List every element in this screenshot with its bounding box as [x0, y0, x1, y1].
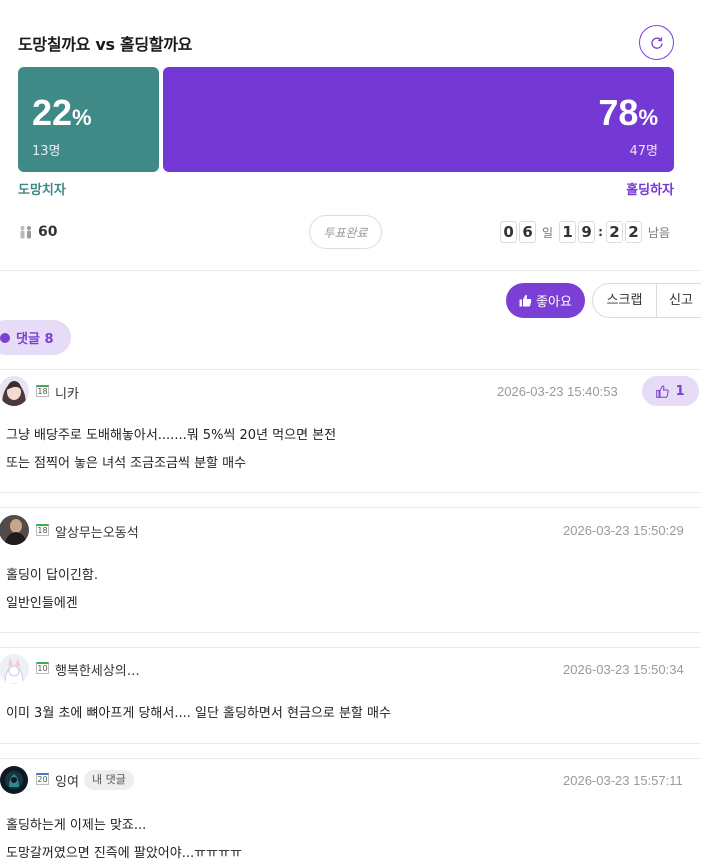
- divider: [0, 647, 701, 648]
- option-a-label: 도망치자: [18, 183, 66, 198]
- comment-like-count: 1: [675, 383, 685, 399]
- timer-digit: 1: [559, 221, 577, 243]
- level-icon: 10: [36, 662, 49, 674]
- comment-body: 이미 3월 초에 뼈아프게 당해서.... 일단 홀딩하면서 현금으로 분할 매…: [6, 700, 391, 728]
- comment-author[interactable]: 행복한세상의…: [55, 660, 140, 679]
- thumbs-up-outline-icon: [656, 384, 670, 398]
- option-b-percent: 78%: [598, 92, 658, 133]
- voter-count-value: 60: [38, 224, 58, 240]
- level-icon: 20: [36, 773, 49, 785]
- comment-date: 2026-03-23 15:50:29: [563, 523, 684, 538]
- utility-buttons: 스크랩 신고: [592, 283, 701, 318]
- avatar[interactable]: [0, 766, 28, 794]
- comments-tab[interactable]: 댓글 8: [0, 320, 71, 355]
- timer-day-unit: 일: [542, 225, 554, 240]
- timer-colon: :: [598, 225, 603, 239]
- comment-line: 도망갈꺼였으면 진즉에 팔았어야...ㅠㅠㅠㅠ: [6, 846, 242, 861]
- comments-tab-label: 댓글 8: [16, 332, 54, 347]
- like-button[interactable]: 좋아요: [506, 283, 585, 318]
- divider: [0, 507, 701, 508]
- comment-date: 2026-03-23 15:40:53: [497, 384, 618, 399]
- timer-digit: 0: [500, 221, 518, 243]
- option-b-bar: 78% 47명: [163, 67, 674, 172]
- comment-author[interactable]: 잉여: [55, 771, 79, 790]
- comment-line: 일반인들에겐: [6, 596, 78, 611]
- divider: [0, 492, 701, 493]
- level-icon: 18: [36, 385, 49, 397]
- comment-line: 홀딩이 답이긴함.: [6, 568, 98, 583]
- report-button[interactable]: 신고: [657, 284, 693, 317]
- people-icon: [20, 226, 31, 239]
- comment-dot-icon: [0, 332, 10, 343]
- vote-complete-badge: 투표완료: [309, 215, 382, 249]
- voter-count: 60: [18, 224, 57, 240]
- comment-line: 그냥 배당주로 도배해놓아서.......뭐 5%씩 20년 먹으면 본전: [6, 428, 337, 443]
- divider: [0, 270, 701, 271]
- scrap-button[interactable]: 스크랩: [593, 284, 657, 317]
- timer-digit: 9: [578, 221, 596, 243]
- timer-digit: 2: [605, 221, 623, 243]
- comment-line: 홀딩하는게 이제는 맞죠...: [6, 818, 147, 833]
- divider: [0, 369, 701, 370]
- poll-title: 도망칠까요 vs 홀딩할까요: [18, 35, 193, 54]
- comment-date: 2026-03-23 15:50:34: [563, 662, 684, 677]
- comment-body: 홀딩이 답이긴함. 일반인들에겐: [6, 562, 98, 618]
- thumbs-up-icon: [519, 294, 532, 307]
- avatar[interactable]: [0, 376, 29, 406]
- comment-author[interactable]: 니카: [55, 383, 79, 402]
- comment-like-button[interactable]: 1: [642, 376, 699, 406]
- comment-body: 그냥 배당주로 도배해놓아서.......뭐 5%씩 20년 먹으면 본전 또는…: [6, 422, 336, 478]
- comment-body: 홀딩하는게 이제는 맞죠... 도망갈꺼였으면 진즉에 팔았어야...ㅠㅠㅠㅠ: [6, 812, 242, 868]
- option-a-bar: 22% 13명: [18, 67, 159, 172]
- my-comment-badge: 내 댓글: [84, 770, 134, 790]
- timer-digit: 6: [519, 221, 537, 243]
- comment-author[interactable]: 알상무는오동석: [55, 522, 139, 541]
- refresh-icon: [650, 36, 663, 49]
- like-button-label: 좋아요: [536, 295, 572, 310]
- comment-line: 또는 점찍어 놓은 녀석 조금조금씩 분할 매수: [6, 456, 247, 471]
- level-icon: 18: [36, 524, 49, 536]
- divider: [0, 743, 701, 744]
- avatar[interactable]: [0, 654, 29, 684]
- refresh-button[interactable]: [639, 25, 674, 60]
- timer-suffix: 남음: [647, 225, 670, 240]
- option-a-count: 13명: [32, 144, 61, 159]
- avatar[interactable]: [0, 515, 29, 545]
- divider: [0, 758, 701, 759]
- timer-digit: 2: [624, 221, 642, 243]
- option-a-percent: 22%: [32, 92, 92, 133]
- option-b-count: 47명: [629, 144, 658, 159]
- option-b-label: 홀딩하자: [626, 183, 674, 198]
- divider: [0, 632, 701, 633]
- comment-line: 이미 3월 초에 뼈아프게 당해서.... 일단 홀딩하면서 현금으로 분할 매…: [6, 706, 391, 721]
- countdown-timer: 0 6 일 1 9 : 2 2 남음: [500, 221, 674, 243]
- comment-date: 2026-03-23 15:57:11: [563, 773, 683, 788]
